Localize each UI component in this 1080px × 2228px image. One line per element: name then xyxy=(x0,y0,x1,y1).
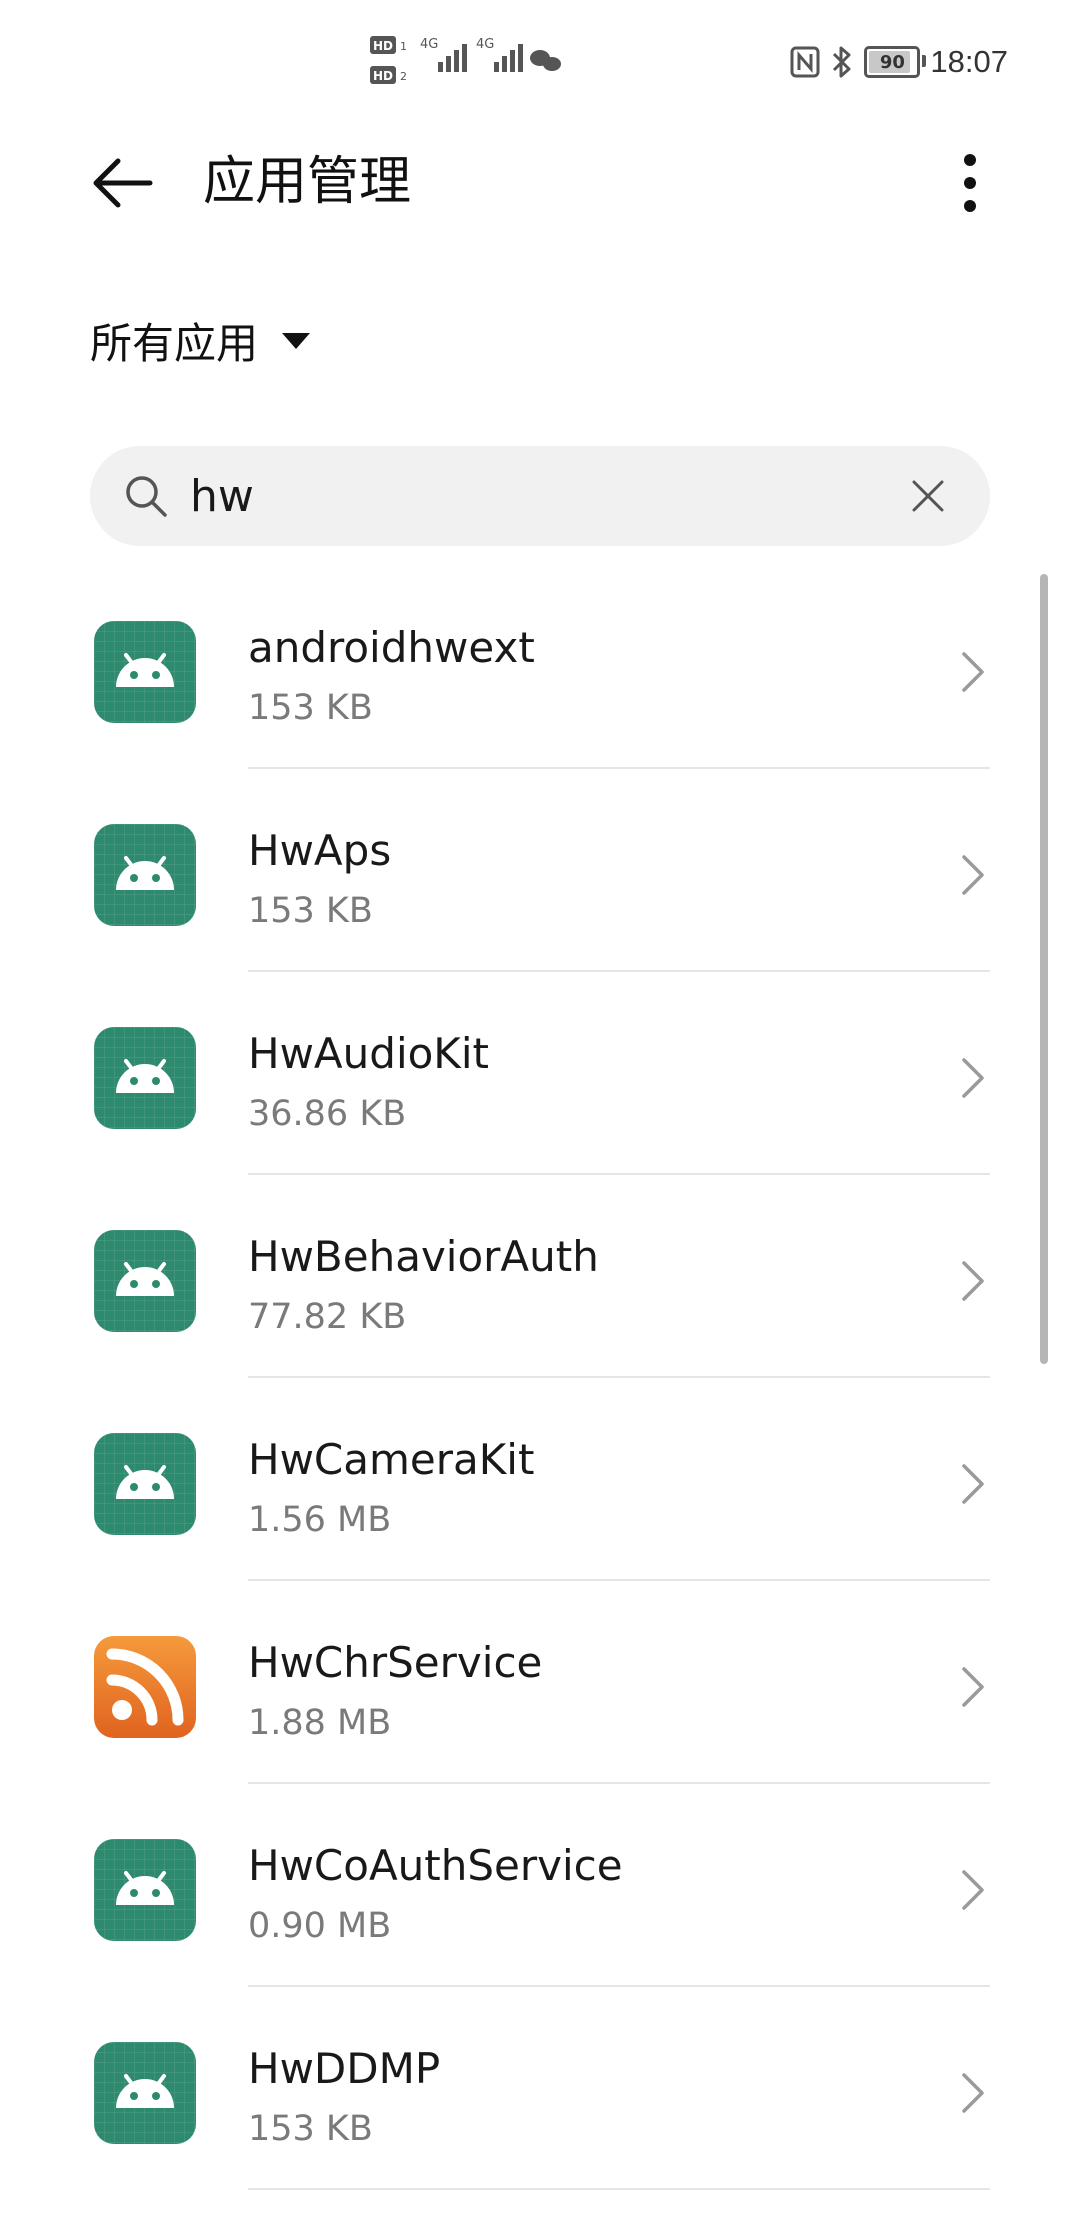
row-divider xyxy=(248,2188,990,2190)
android-icon xyxy=(94,621,196,723)
more-options-button[interactable] xyxy=(940,148,1000,218)
android-icon xyxy=(94,1027,196,1129)
app-name: androidhwext xyxy=(248,623,535,672)
app-list-item[interactable]: HwCameraKit 1.56 MB xyxy=(0,1378,1080,1581)
app-list-item[interactable]: HwAps 153 KB xyxy=(0,769,1080,972)
scrollbar[interactable] xyxy=(1040,574,1048,1364)
filter-label: 所有应用 xyxy=(90,318,259,368)
app-list-item[interactable]: HwBehaviorAuth 77.82 KB xyxy=(0,1175,1080,1378)
back-arrow-icon xyxy=(93,158,153,208)
bluetooth-icon xyxy=(833,46,851,78)
nfc-icon xyxy=(790,46,820,78)
app-size: 1.88 MB xyxy=(248,1703,392,1743)
chevron-right-icon xyxy=(962,1464,984,1504)
svg-text:1: 1 xyxy=(400,40,407,53)
android-icon xyxy=(94,2042,196,2144)
more-vertical-icon xyxy=(964,154,976,212)
net1-label: 4G xyxy=(420,37,438,52)
app-list-item[interactable]: androidhwext 153 KB xyxy=(0,566,1080,769)
app-name: HwBehaviorAuth xyxy=(248,1232,599,1281)
app-size: 153 KB xyxy=(248,891,373,931)
app-name: HwChrService xyxy=(248,1638,543,1687)
back-button[interactable] xyxy=(88,148,158,218)
search-icon xyxy=(126,476,167,517)
page-title: 应用管理 xyxy=(203,152,412,212)
net2-label: 4G xyxy=(476,37,494,52)
app-size: 153 KB xyxy=(248,2109,373,2149)
rss-icon xyxy=(94,1636,196,1738)
android-icon xyxy=(94,824,196,926)
app-list-item[interactable]: HwAudioKit 36.86 KB xyxy=(0,972,1080,1175)
android-icon xyxy=(94,1433,196,1535)
app-name: HwCameraKit xyxy=(248,1435,535,1484)
status-right-group: 90 18:07 xyxy=(790,36,1008,88)
sim1-hd-label: HD xyxy=(373,39,393,53)
battery-level: 90 xyxy=(879,51,905,73)
clock: 18:07 xyxy=(930,44,1008,79)
chevron-right-icon xyxy=(962,1870,984,1910)
chevron-right-icon xyxy=(962,1261,984,1301)
chevron-right-icon xyxy=(962,855,984,895)
search-bar[interactable] xyxy=(90,446,990,546)
app-name: HwCoAuthService xyxy=(248,1841,623,1890)
app-size: 153 KB xyxy=(248,688,373,728)
dropdown-caret-icon xyxy=(282,333,311,349)
app-size: 77.82 KB xyxy=(248,1297,407,1337)
chevron-right-icon xyxy=(962,1058,984,1098)
svg-text:2: 2 xyxy=(400,70,407,83)
android-icon xyxy=(94,1230,196,1332)
chevron-right-icon xyxy=(962,2073,984,2113)
battery-icon: 90 xyxy=(864,46,927,78)
app-list-item[interactable]: HwCoAuthService 0.90 MB xyxy=(0,1784,1080,1987)
app-size: 1.56 MB xyxy=(248,1500,392,1540)
app-filter-dropdown[interactable]: 所有应用 xyxy=(90,310,311,370)
chevron-right-icon xyxy=(962,1667,984,1707)
chevron-right-icon xyxy=(962,652,984,692)
android-icon xyxy=(94,1839,196,1941)
app-size: 0.90 MB xyxy=(248,1906,392,1946)
search-input[interactable] xyxy=(190,464,870,528)
network-status-icons: HD 1 HD 2 4G 4G xyxy=(370,36,561,84)
sim2-hd-label: HD xyxy=(373,69,393,83)
app-list: androidhwext 153 KB HwAps 153 KB HwAudio… xyxy=(0,566,1080,2190)
app-list-item[interactable]: HwChrService 1.88 MB xyxy=(0,1581,1080,1784)
app-name: HwDDMP xyxy=(248,2044,441,2093)
app-list-item[interactable]: HwDDMP 153 KB xyxy=(0,1987,1080,2190)
app-name: HwAudioKit xyxy=(248,1029,489,1078)
status-bar: HD 1 HD 2 4G 4G 90 18:07 xyxy=(0,0,1080,120)
app-size: 36.86 KB xyxy=(248,1094,407,1134)
clear-search-icon[interactable] xyxy=(904,472,952,520)
app-name: HwAps xyxy=(248,826,392,875)
